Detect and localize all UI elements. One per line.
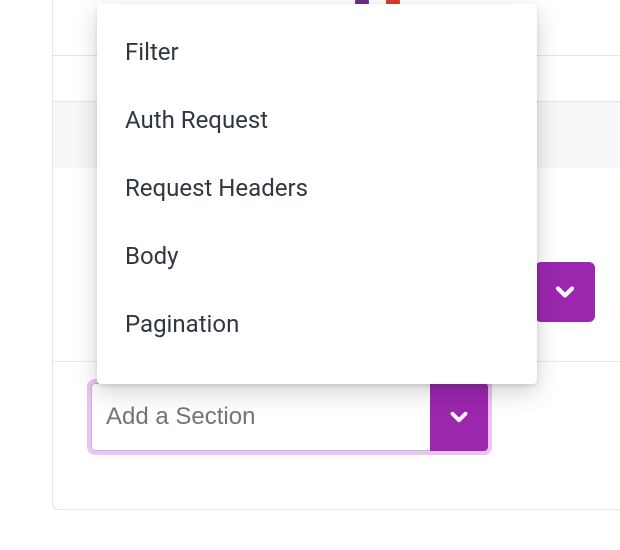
dropdown-item-label: Request Headers <box>125 174 308 202</box>
add-section-combobox <box>91 383 488 451</box>
dropdown-item-request-headers[interactable]: Request Headers <box>97 154 537 222</box>
add-section-input[interactable] <box>91 383 430 451</box>
dropdown-item-label: Pagination <box>125 310 239 338</box>
chevron-down-icon <box>446 404 472 430</box>
dropdown-item-label: Body <box>125 242 179 270</box>
viewport: Filter Auth Request Request Headers Body… <box>0 0 620 550</box>
expand-button[interactable] <box>535 262 595 322</box>
chevron-down-icon <box>551 278 579 306</box>
add-section-dropdown: Filter Auth Request Request Headers Body… <box>97 4 537 384</box>
dropdown-item-auth-request[interactable]: Auth Request <box>97 86 537 154</box>
dropdown-item-label: Auth Request <box>125 106 268 134</box>
dropdown-item-label: Filter <box>125 38 179 66</box>
add-section-dropdown-toggle[interactable] <box>430 383 488 451</box>
dropdown-item-pagination[interactable]: Pagination <box>97 290 537 358</box>
dropdown-item-body[interactable]: Body <box>97 222 537 290</box>
dropdown-item-filter[interactable]: Filter <box>97 18 537 86</box>
